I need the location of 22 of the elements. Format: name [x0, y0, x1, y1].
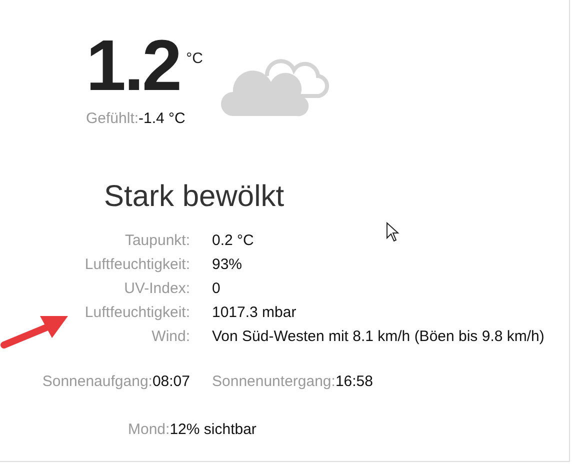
detail-value: Von Süd-Westen mit 8.1 km/h (Böen bis 9.8 km/h)	[212, 328, 546, 346]
sun-time: 08:07	[152, 373, 190, 390]
moon-label: Mond:	[128, 421, 170, 438]
weather-condition: Stark bewölkt	[103, 179, 286, 214]
feels-like-value: -1.4 °C	[138, 110, 186, 127]
detail-label: Taupunkt:	[124, 232, 190, 250]
detail-label: Wind:	[150, 328, 190, 346]
detail-value: 1017.3 mbar	[212, 304, 298, 322]
sun-label: Sonnenaufgang:	[42, 373, 152, 390]
detail-value: 0.2 °C	[212, 232, 255, 250]
detail-value: 0	[212, 280, 222, 298]
temperature-value: 1.2	[86, 30, 180, 102]
detail-label: UV-Index:	[123, 280, 190, 298]
detail-value: 93%	[212, 256, 244, 274]
mouse-cursor-icon	[386, 222, 400, 242]
temperature-unit: °C	[186, 50, 203, 67]
detail-label: Luftfeuchtigkeit:	[84, 256, 190, 274]
detail-label: Luftfeuchtigkeit:	[84, 304, 190, 322]
moon-value: 12% sichtbar	[170, 421, 256, 438]
sun-time: 16:58	[335, 373, 373, 390]
sun-label: Sonnenuntergang:	[212, 373, 336, 390]
feels-like-label: Gefühlt:	[86, 110, 139, 127]
